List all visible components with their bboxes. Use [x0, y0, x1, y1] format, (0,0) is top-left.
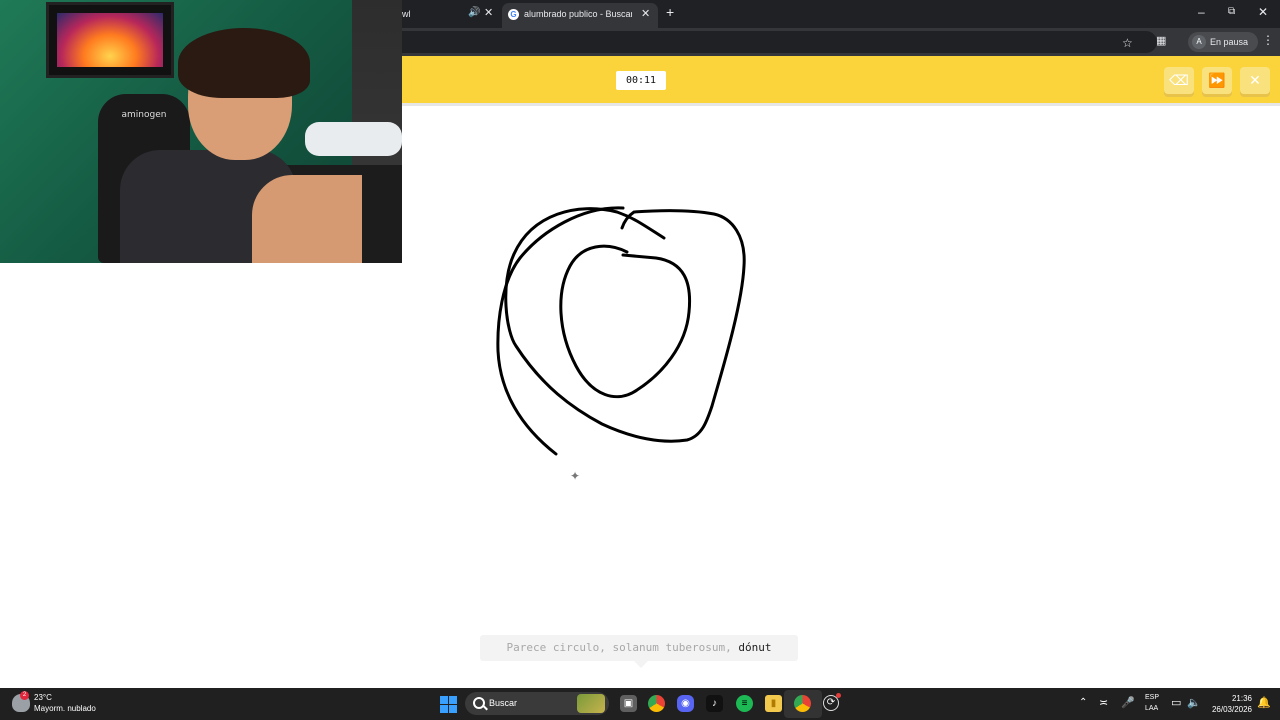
file-explorer-icon[interactable]: ▮	[765, 695, 782, 712]
clock-time[interactable]: 21:36	[1210, 694, 1252, 703]
webcam-overlay: aminogen	[0, 0, 402, 263]
taskbar-search[interactable]: Buscar	[465, 692, 609, 715]
profile-status: En pausa	[1210, 37, 1249, 47]
chrome-icon[interactable]	[648, 695, 665, 712]
active-tab[interactable]: G alumbrado publico - Buscar con ✕	[502, 3, 658, 28]
mouse-cursor-icon: ✦	[570, 469, 581, 483]
skip-button[interactable]: ⏩	[1202, 67, 1232, 94]
kebab-menu-icon[interactable]: ⋮	[1262, 33, 1274, 47]
tv-screen	[46, 2, 174, 78]
guess-highlight: dónut	[738, 641, 772, 654]
address-bar[interactable]: ☆	[402, 31, 1157, 53]
close-tab-icon[interactable]: ✕	[641, 7, 650, 20]
minimize-icon[interactable]: –	[1198, 5, 1205, 19]
big-loop-stroke	[504, 207, 746, 443]
volume-icon[interactable]: 🔈	[1187, 696, 1201, 709]
keyboard-layout-indicator[interactable]: LAA	[1145, 705, 1158, 712]
search-highlight-image	[577, 694, 605, 713]
notification-bell-icon[interactable]: 🔔	[1257, 696, 1271, 709]
notification-badge: 2	[20, 691, 29, 700]
person-hair	[178, 28, 310, 98]
active-tab-title: alumbrado publico - Buscar con	[524, 9, 632, 19]
chrome-icon[interactable]	[794, 695, 811, 712]
search-icon	[473, 697, 485, 709]
restore-icon[interactable]: ⧉	[1228, 6, 1235, 17]
tiktok-icon[interactable]: ♪	[706, 695, 723, 712]
close-game-button[interactable]: ✕	[1240, 67, 1270, 94]
browser-toolbar: ☆ ▦ A En pausa ⋮	[402, 28, 1280, 56]
network-icon[interactable]: ≍	[1099, 696, 1108, 709]
windows-start-icon[interactable]	[440, 696, 457, 713]
spotify-icon[interactable]: ≡	[736, 695, 753, 712]
display-icon[interactable]: ▭	[1171, 696, 1181, 709]
person-arm	[252, 175, 362, 263]
clock-date[interactable]: 26/03/2026	[1210, 705, 1252, 714]
close-tab-icon[interactable]: ✕	[484, 6, 493, 19]
avatar: A	[1192, 35, 1206, 49]
eraser-button[interactable]: ⌫	[1164, 67, 1194, 94]
app-badge	[836, 693, 841, 698]
profile-button[interactable]: A En pausa	[1188, 32, 1258, 52]
search-label: Buscar	[489, 698, 518, 708]
game-header: 00:11 ⌫ ⏩ ✕	[402, 56, 1280, 106]
weather-temperature[interactable]: 23°C	[34, 693, 52, 702]
previous-tab-label[interactable]: wl	[402, 9, 411, 19]
eraser-icon: ⌫	[1169, 72, 1189, 88]
window-close-icon[interactable]: ✕	[1258, 5, 1268, 19]
language-indicator[interactable]: ESP	[1145, 694, 1159, 701]
browser-tab-strip: wl 🔊 ✕ G alumbrado publico - Buscar con …	[402, 0, 1280, 28]
google-favicon-icon: G	[508, 9, 519, 20]
extensions-icon[interactable]: ▦	[1156, 34, 1166, 47]
task-view-icon[interactable]: ▣	[620, 695, 637, 712]
close-icon: ✕	[1249, 72, 1261, 88]
taskbar: 2 23°C Mayorm. nublado Buscar ▣ ◉ ♪ ≡ ▮ …	[0, 688, 1280, 720]
speaker-icon[interactable]: 🔊	[468, 7, 480, 18]
lamp	[305, 122, 402, 156]
guess-text: Parece circulo, solanum tuberosum,	[506, 641, 732, 654]
guess-bubble: Parece circulo, solanum tuberosum, dónut	[480, 635, 798, 668]
drawing-canvas[interactable]	[402, 106, 1280, 688]
microphone-icon[interactable]: 🎤	[1121, 696, 1135, 709]
chevron-up-icon[interactable]: ⌃	[1079, 697, 1087, 708]
chair-logo: aminogen	[121, 110, 167, 120]
weather-description[interactable]: Mayorm. nublado	[34, 704, 96, 713]
fast-forward-icon: ⏩	[1208, 72, 1226, 88]
discord-icon[interactable]: ◉	[677, 695, 694, 712]
inner-loop-stroke	[559, 244, 692, 399]
timer: 00:11	[616, 71, 666, 90]
bookmark-star-icon[interactable]: ☆	[1122, 36, 1133, 50]
new-tab-button[interactable]: +	[666, 4, 674, 20]
